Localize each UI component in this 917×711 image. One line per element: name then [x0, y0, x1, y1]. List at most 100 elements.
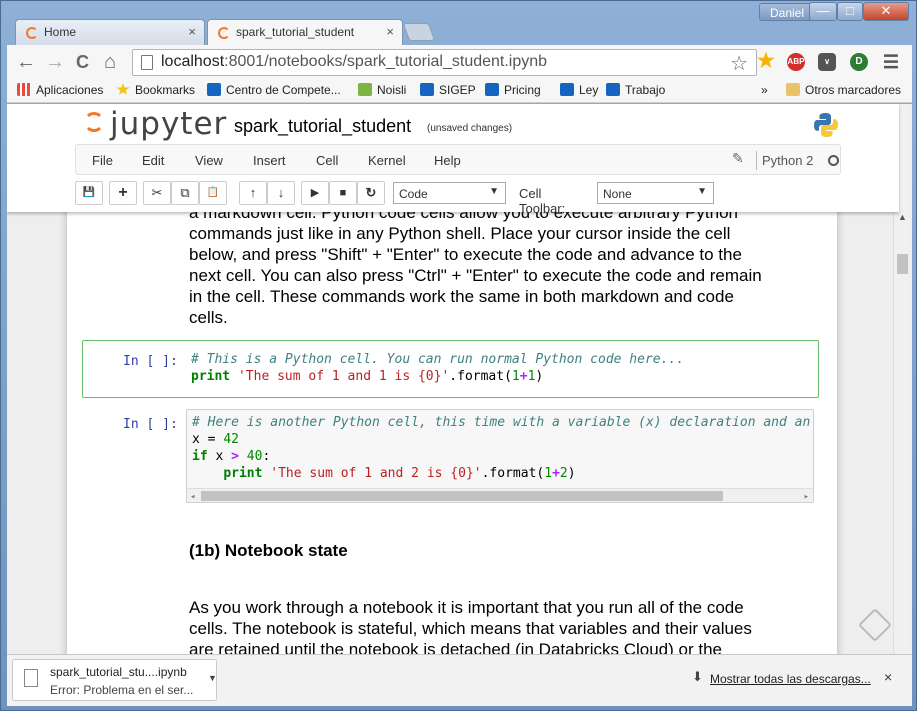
extension-icon[interactable]: D — [850, 53, 868, 71]
trello-icon — [420, 83, 434, 96]
close-tab-icon[interactable]: × — [386, 24, 394, 39]
download-item[interactable]: spark_tutorial_stu....ipynb Error: Probl… — [12, 659, 217, 701]
bookmark-ley[interactable]: Ley — [560, 83, 598, 97]
tab-home[interactable]: Home × — [15, 19, 205, 45]
save-button[interactable]: 💾 — [75, 181, 103, 205]
bookmark-centro[interactable]: Centro de Compete... — [207, 83, 341, 97]
paste-button[interactable]: 📋 — [199, 181, 227, 205]
scroll-right-icon[interactable]: ▸ — [804, 489, 809, 502]
divider — [756, 151, 757, 170]
copy-button[interactable]: ⧉ — [171, 181, 199, 205]
kernel-status-icon — [828, 155, 839, 166]
address-bar[interactable]: localhost:8001/notebooks/spark_tutorial_… — [132, 49, 757, 76]
code-cell-selected[interactable]: In [ ]: # This is a Python cell. You can… — [82, 340, 819, 398]
dropdown-arrow-icon: ▼ — [697, 186, 707, 197]
text-line: below, and press "Shift" + "Enter" to ex… — [189, 245, 742, 264]
cell-toolbar-label: Cell Toolbar: — [519, 186, 566, 216]
bookmark-trabajo[interactable]: Trabajo — [606, 83, 665, 97]
save-status: (unsaved changes) — [427, 123, 513, 134]
home-icon[interactable]: ⌂ — [104, 51, 116, 74]
scrollbar-thumb[interactable] — [201, 491, 723, 501]
bookmark-bookmarks[interactable]: Bookmarks — [116, 83, 195, 97]
bookmark-sigep[interactable]: SIGEP — [420, 83, 476, 97]
tab-spark-tutorial[interactable]: spark_tutorial_student × — [207, 19, 403, 45]
bookmark-apps[interactable]: Aplicaciones — [17, 83, 103, 97]
download-arrow-icon: ⬇ — [692, 669, 703, 684]
cell-toolbar-select[interactable]: None ▼ — [597, 182, 714, 204]
forward-icon[interactable]: → — [45, 51, 65, 74]
bookmark-star-icon[interactable]: ☆ — [730, 51, 748, 76]
jupyter-logo[interactable]: jupyter — [85, 106, 227, 142]
horizontal-scrollbar[interactable]: ◂ ▸ — [187, 488, 813, 502]
insert-cell-button[interactable]: + — [109, 181, 137, 205]
jupyter-favicon-icon — [26, 27, 38, 39]
run-cell-button[interactable]: ▶ — [301, 181, 329, 205]
tab-label: Home — [44, 25, 77, 39]
page-icon — [141, 55, 153, 70]
folder-icon — [786, 83, 800, 96]
minimize-button[interactable]: — — [809, 2, 837, 21]
jupyter-header: jupyter spark_tutorial_student (unsaved … — [7, 104, 899, 216]
scroll-left-icon[interactable]: ◂ — [190, 489, 195, 502]
chrome-menu-icon[interactable]: ☰ — [882, 53, 900, 71]
markdown-cell-state[interactable]: As you work through a notebook it is imp… — [189, 597, 809, 654]
trello-icon — [560, 83, 574, 96]
kernel-name[interactable]: Python 2 — [762, 153, 813, 168]
cut-button[interactable]: ✂ — [143, 181, 171, 205]
reload-icon[interactable]: C — [76, 52, 89, 73]
tab-strip: Home × spark_tutorial_student × Daniel —… — [1, 1, 917, 45]
move-down-button[interactable]: ↓ — [267, 181, 295, 205]
trello-icon — [485, 83, 499, 96]
menu-view[interactable]: View — [195, 153, 223, 168]
menu-insert[interactable]: Insert — [253, 153, 286, 168]
bookmark-noisli[interactable]: Noisli — [358, 83, 406, 97]
browser-window: Home × spark_tutorial_student × Daniel —… — [0, 0, 917, 711]
section-heading: (1b) Notebook state — [189, 541, 348, 560]
profile-button[interactable]: Daniel — [759, 3, 816, 21]
bookmarks-bar: Aplicaciones Bookmarks Centro de Compete… — [7, 79, 912, 103]
input-prompt: In [ ]: — [123, 417, 178, 432]
scrollbar-thumb[interactable] — [897, 254, 908, 274]
show-all-downloads-link[interactable]: Mostrar todas las descargas... — [710, 672, 871, 686]
scroll-up-icon[interactable]: ▲ — [898, 212, 907, 222]
markdown-cell-intro[interactable]: a markdown cell. Python code cells allow… — [189, 202, 809, 328]
bookmarks-overflow-button[interactable]: » — [761, 83, 768, 97]
bookmark-pricing[interactable]: Pricing — [485, 83, 541, 97]
input-prompt: In [ ]: — [123, 354, 178, 369]
close-window-button[interactable]: ✕ — [863, 2, 909, 21]
other-bookmarks-folder[interactable]: Otros marcadores — [786, 83, 901, 97]
maximize-button[interactable]: □ — [837, 2, 863, 21]
dropdown-arrow-icon: ▼ — [489, 186, 499, 197]
file-icon — [24, 669, 38, 687]
menu-edit[interactable]: Edit — [142, 153, 164, 168]
interrupt-kernel-button[interactable]: ■ — [329, 181, 357, 205]
bookmarks-ext-icon[interactable]: ★ — [755, 51, 777, 71]
star-folder-icon — [116, 83, 130, 95]
close-shelf-icon[interactable]: × — [884, 669, 892, 685]
text-line: commands just like in any Python shell. … — [189, 224, 731, 243]
noisli-icon — [358, 83, 372, 96]
menu-help[interactable]: Help — [434, 153, 461, 168]
back-icon[interactable]: ← — [16, 51, 36, 74]
new-tab-button[interactable] — [402, 23, 436, 41]
adblock-icon[interactable]: ABP — [787, 53, 805, 71]
menu-cell[interactable]: Cell — [316, 153, 338, 168]
trello-icon — [207, 83, 221, 96]
close-tab-icon[interactable]: × — [188, 24, 196, 39]
code-editor[interactable]: # Here is another Python cell, this time… — [186, 409, 814, 503]
menu-kernel[interactable]: Kernel — [368, 153, 406, 168]
restart-kernel-button[interactable]: ↻ — [357, 181, 385, 205]
move-up-button[interactable]: ↑ — [239, 181, 267, 205]
navigation-toolbar: ← → C ⌂ localhost:8001/notebooks/spark_t… — [7, 45, 912, 79]
code-editor[interactable]: # This is a Python cell. You can run nor… — [186, 347, 812, 391]
notebook-menubar: File Edit View Insert Cell Kernel Help ✎… — [75, 144, 841, 175]
download-menu-icon[interactable]: ▼ — [208, 673, 217, 683]
notebook-title[interactable]: spark_tutorial_student — [234, 116, 411, 137]
menu-file[interactable]: File — [92, 153, 113, 168]
tab-label: spark_tutorial_student — [236, 25, 355, 39]
cell-type-select[interactable]: Code ▼ — [393, 182, 506, 204]
pocket-icon[interactable]: ∨ — [818, 53, 836, 71]
code-cell[interactable]: In [ ]: # Here is another Python cell, t… — [82, 400, 819, 504]
text-line: are retained until the notebook is detac… — [189, 640, 722, 654]
download-shelf: spark_tutorial_stu....ipynb Error: Probl… — [7, 654, 912, 706]
